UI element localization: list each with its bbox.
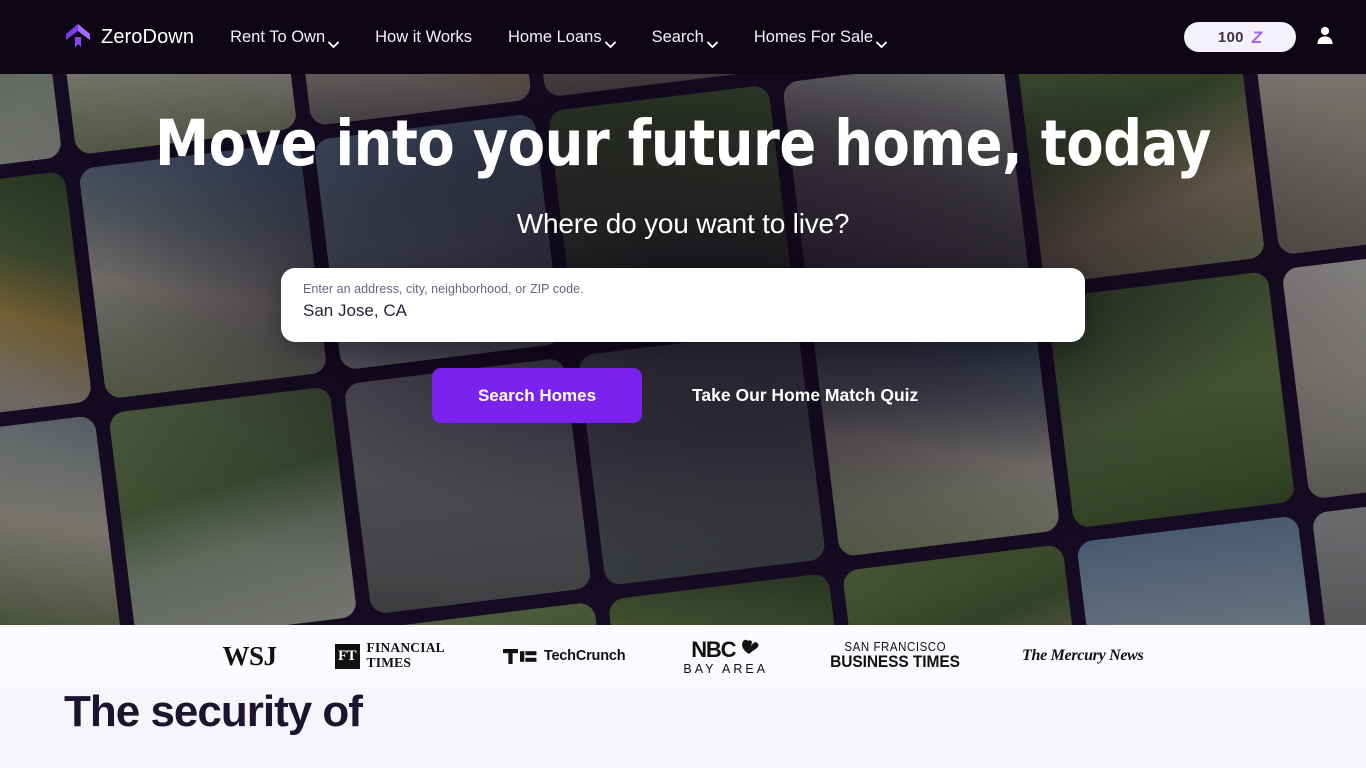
hero-cta-row: Search Homes Take Our Home Match Quiz <box>281 368 1085 424</box>
ft-line-2: TIMES <box>366 655 412 670</box>
hero-headline: Move into your future home, today <box>155 107 1211 180</box>
nav-item-label: Homes For Sale <box>753 27 874 46</box>
zerodown-coin-icon: Z <box>1251 27 1263 47</box>
nav-item-home-loans[interactable]: Home Loans <box>490 0 634 74</box>
chevron-down-icon <box>328 34 340 48</box>
nav-right-cluster: 100 Z <box>1184 22 1340 52</box>
press-logo-financial-times[interactable]: FT FINANCIAL TIMES <box>334 641 445 670</box>
hero-subheadline: Where do you want to live? <box>516 208 850 240</box>
user-avatar-icon <box>1314 24 1336 51</box>
press-logo-mercury-news[interactable]: The Mercury News <box>1022 647 1144 665</box>
nav-item-label: Search <box>651 27 704 46</box>
nav-item-label: How it Works <box>375 27 473 46</box>
nbc-logo: NBC BAY AREA <box>683 634 768 679</box>
press-logos-bar: WSJ FT FINANCIAL TIMES TechCrunch NBC BA… <box>0 625 1366 687</box>
press-logo-nbc-bay-area[interactable]: NBC BAY AREA <box>683 634 768 679</box>
search-input-label: Enter an address, city, neighborhood, or… <box>303 282 584 297</box>
ft-line-1: FINANCIAL <box>366 640 445 656</box>
ft-monogram-icon: FT <box>334 643 360 669</box>
brand-name: ZeroDown <box>101 25 195 48</box>
nav-item-label: Rent To Own <box>230 27 326 46</box>
chevron-down-icon <box>876 34 888 48</box>
nbc-top-row: NBC <box>691 634 760 660</box>
location-search-box[interactable]: Enter an address, city, neighborhood, or… <box>281 268 1085 343</box>
nbc-peacock-icon <box>738 634 760 660</box>
nav-item-search[interactable]: Search <box>634 0 736 74</box>
search-input[interactable] <box>303 301 1065 322</box>
press-logo-techcrunch[interactable]: TechCrunch <box>502 648 626 664</box>
coin-balance-value: 100 <box>1217 28 1244 46</box>
press-logo-sf-business-times[interactable]: SAN FRANCISCO BUSINESS TIMES <box>826 641 964 671</box>
nav-item-how-it-works[interactable]: How it Works <box>357 0 490 74</box>
security-section: The security of <box>0 687 1366 768</box>
account-menu-button[interactable] <box>1310 22 1340 52</box>
press-logo-wsj[interactable]: WSJ <box>222 640 278 672</box>
techcrunch-logo-text: TechCrunch <box>543 648 626 664</box>
search-homes-button[interactable]: Search Homes <box>432 368 642 424</box>
ft-logo-text: FINANCIAL TIMES <box>367 641 445 670</box>
home-match-quiz-link[interactable]: Take Our Home Match Quiz <box>692 385 918 406</box>
zerodown-house-logo-icon <box>64 21 92 53</box>
brand-logo-link[interactable]: ZeroDown <box>64 21 194 53</box>
hero-section: ZeroDown Rent To Own How it Works Home L… <box>0 0 1366 625</box>
nav-item-label: Home Loans <box>508 27 602 46</box>
section-title: The security of <box>64 687 363 736</box>
top-navigation-bar: ZeroDown Rent To Own How it Works Home L… <box>0 0 1366 74</box>
wsj-logo-text: WSJ <box>222 640 278 671</box>
mercury-news-logo-text: The Mercury News <box>1022 647 1144 664</box>
nav-item-rent-to-own[interactable]: Rent To Own <box>212 0 357 74</box>
sfbt-line-2: BUSINESS TIMES <box>830 652 960 671</box>
techcrunch-mark-icon <box>502 648 537 664</box>
nav-links: Rent To Own How it Works Home Loans Sear… <box>212 0 905 74</box>
chevron-down-icon <box>706 34 718 48</box>
coin-balance-pill[interactable]: 100 Z <box>1184 22 1296 52</box>
sfbt-logo: SAN FRANCISCO BUSINESS TIMES <box>826 641 964 671</box>
chevron-down-icon <box>604 34 616 48</box>
nbc-bay-area-text: BAY AREA <box>683 661 769 676</box>
nbc-logo-text: NBC <box>691 636 736 662</box>
nav-item-homes-for-sale[interactable]: Homes For Sale <box>736 0 905 74</box>
